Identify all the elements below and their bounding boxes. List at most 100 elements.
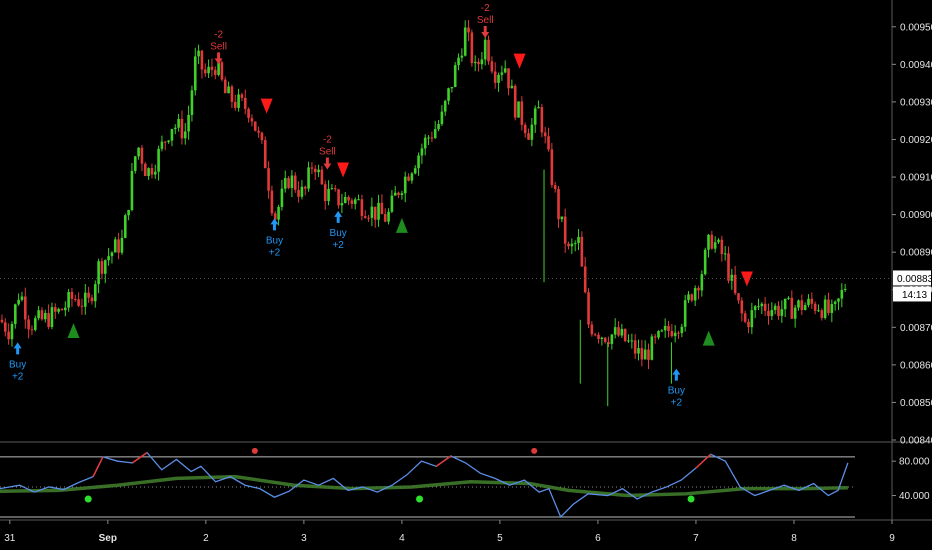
candle-body <box>83 292 87 307</box>
candle-body <box>470 32 474 64</box>
time-tick-label: 2 <box>203 533 209 544</box>
candle-body <box>143 163 147 177</box>
candle-body <box>103 260 107 274</box>
time-tick-label: 5 <box>497 533 503 544</box>
candle-body <box>370 206 374 218</box>
candle-body <box>277 206 280 220</box>
candle-body <box>600 337 604 340</box>
candle-body <box>167 140 170 143</box>
candle-body <box>557 188 560 220</box>
candle-body <box>300 186 304 197</box>
candle-body <box>840 289 844 299</box>
candle-body <box>590 324 594 335</box>
candle-body <box>227 86 230 94</box>
candle-body <box>80 305 84 307</box>
candle-body <box>580 236 584 267</box>
candle-body <box>27 319 30 330</box>
candle-body <box>493 71 497 83</box>
triangle-down-icon <box>513 53 526 69</box>
candle-body <box>817 310 820 312</box>
buy-arrow-icon <box>13 342 22 355</box>
overbought-segment <box>435 455 452 467</box>
candle-body <box>240 94 244 98</box>
candle-body <box>843 288 847 290</box>
buy-value: +2 <box>671 398 683 409</box>
time-tick-label: 4 <box>399 533 405 544</box>
candle-body <box>267 168 270 191</box>
candle-body <box>403 176 407 194</box>
candle-body <box>790 297 794 319</box>
buy-signal: Buy+2 <box>330 210 347 251</box>
buy-arrow-icon <box>270 218 279 231</box>
candle-body <box>87 292 90 298</box>
candle-body <box>720 239 724 255</box>
candle-body <box>60 308 64 311</box>
candle-body <box>780 309 784 316</box>
candle-body <box>73 298 77 300</box>
candle-body <box>307 167 310 189</box>
candle-body <box>390 195 394 212</box>
candle-body <box>803 305 807 311</box>
candle-body <box>180 118 184 139</box>
price-tick-label: 0.00840 <box>900 436 932 447</box>
time-tick-label: Sep <box>99 533 117 544</box>
candle-body <box>677 332 680 334</box>
candle-body <box>50 307 54 327</box>
oversold-dot <box>84 495 92 503</box>
overbought-segment <box>92 456 104 477</box>
candle-body <box>397 192 400 196</box>
candle-body <box>367 217 370 219</box>
candle-body <box>447 88 450 101</box>
candle-body <box>440 111 444 125</box>
candle-body <box>3 322 7 332</box>
candle-body <box>833 301 837 304</box>
candle-body <box>813 303 817 311</box>
candle-body <box>113 239 117 253</box>
candle-body <box>313 168 317 173</box>
candle-body <box>573 243 577 245</box>
candle-body <box>660 330 664 332</box>
candle-body <box>347 197 350 201</box>
candle-body <box>153 171 157 175</box>
candle-body <box>123 215 127 238</box>
candle-body <box>743 313 747 322</box>
candle-body <box>150 168 154 175</box>
sell-label: Sell <box>319 147 336 158</box>
candle-body <box>613 327 617 335</box>
candle-body <box>337 189 340 206</box>
candle-body <box>747 321 750 328</box>
triangle-up-icon <box>67 323 80 339</box>
price-tick-label: 0.00860 <box>900 360 932 371</box>
candle-body <box>360 199 364 217</box>
candle-body <box>567 243 570 247</box>
candle-body <box>210 66 214 70</box>
candle-body <box>800 300 804 311</box>
candle-body <box>97 261 100 285</box>
triangle-up-icon <box>395 217 408 233</box>
candle-body <box>330 188 334 190</box>
candle-body <box>93 284 97 302</box>
candle-body <box>517 101 520 118</box>
candle-body <box>353 199 357 204</box>
candle-body <box>350 200 354 204</box>
candle-body <box>530 124 534 140</box>
candle-body <box>223 79 227 94</box>
sell-label: Sell <box>210 41 227 52</box>
oversold-dot <box>687 495 695 503</box>
buy-arrow-icon <box>672 368 681 381</box>
candle-body <box>457 57 460 66</box>
overbought-segment <box>131 451 148 464</box>
candle-body <box>740 300 744 314</box>
buy-value: +2 <box>269 247 281 258</box>
candle-body <box>723 253 727 255</box>
candle-body <box>810 298 814 304</box>
buy-label: Buy <box>9 359 26 370</box>
candle-body <box>820 310 824 318</box>
price-tick-label: 0.00950 <box>900 22 932 33</box>
candle-body <box>463 27 467 56</box>
signal-line <box>0 474 848 498</box>
candle-body <box>10 323 14 340</box>
sell-value: -2 <box>481 3 490 14</box>
candle-body <box>773 305 777 311</box>
triangle-down-icon <box>337 162 350 178</box>
